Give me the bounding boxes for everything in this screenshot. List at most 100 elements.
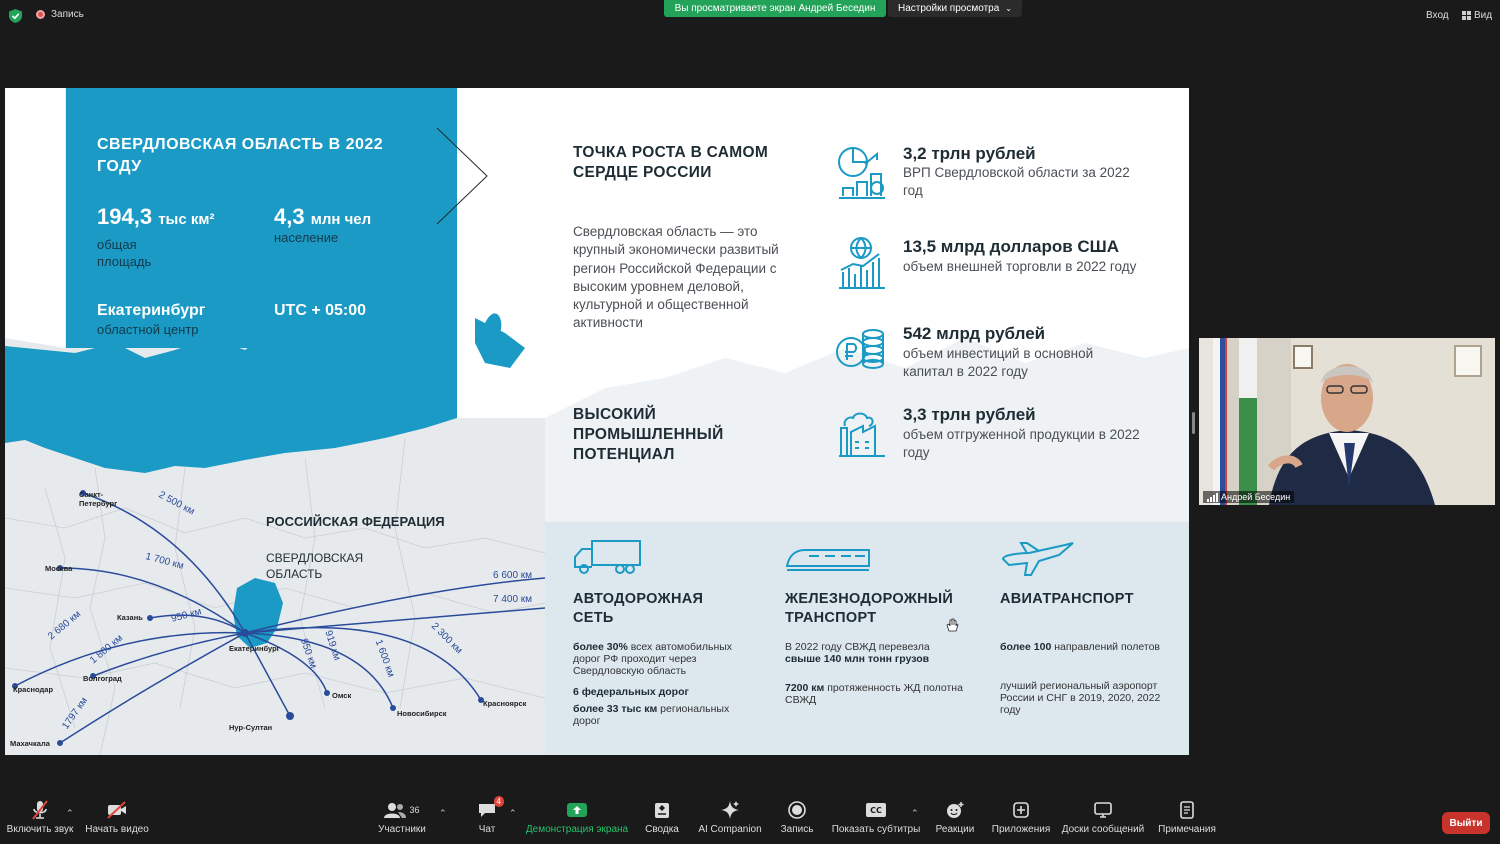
whiteboard-icon	[1094, 796, 1112, 824]
chevron-right-icon	[436, 127, 488, 225]
population-caption: население	[274, 230, 339, 245]
transport-line: 7200 км протяженность ЖД полотна СВЖД	[785, 682, 975, 706]
mute-button[interactable]: Включить звук	[7, 796, 73, 844]
notes-label: Примечания	[1158, 824, 1216, 835]
bold-text: более 30%	[573, 641, 628, 653]
city-label: Новосибирск	[397, 709, 447, 718]
shield-icon[interactable]	[9, 9, 22, 23]
chat-icon: 4	[478, 796, 504, 824]
share-screen-button[interactable]: Демонстрация экрана	[525, 796, 629, 844]
captions-label: Показать субтитры	[831, 824, 921, 835]
growth-title: ТОЧКА РОСТА В САМОМ СЕРДЦЕ РОССИИ	[573, 144, 769, 181]
bold-text: 6 федеральных дорог	[573, 686, 689, 698]
record-icon	[788, 796, 806, 824]
transport-title: АВТОДОРОЖНАЯ СЕТЬ	[573, 591, 704, 626]
participants-icon: 36	[384, 796, 420, 824]
stat-desc: объем инвестиций в основной капитал в 20…	[903, 346, 1094, 379]
participant-video-tile[interactable]: Андрей Беседин	[1199, 338, 1495, 505]
apps-label: Приложения	[991, 824, 1051, 835]
timezone: UTC + 05:00	[274, 302, 367, 319]
text: В 2022 году СВЖД перевезла	[785, 641, 930, 653]
resize-handle[interactable]	[1192, 412, 1195, 434]
city-label: Омск	[332, 691, 352, 700]
region-title: СВЕРДЛОВСКАЯ ОБЛАСТЬ В 2022 ГОДУ	[97, 136, 384, 175]
summary-button[interactable]: Сводка	[644, 796, 680, 844]
city-label: Махачкала	[10, 739, 50, 748]
population-number: 4,3	[274, 204, 305, 229]
cc-icon: CC	[866, 796, 886, 824]
summary-icon	[654, 796, 670, 824]
grid-view-icon	[1462, 11, 1471, 20]
text: направлений полетов	[1051, 641, 1160, 653]
viewing-banner: Вы просматриваете экран Андрей Беседин	[664, 0, 886, 17]
stat-value: 542 млрд рублей	[903, 324, 1046, 343]
apps-icon	[1012, 796, 1030, 824]
city-label: Нур-Султан	[229, 723, 273, 732]
share-screen-label: Демонстрация экрана	[525, 824, 629, 835]
transport-line: более 33 тыс км региональных дорог	[573, 703, 758, 727]
meeting-toolbar: Включить звук ⌃ Начать видео 36 Участник…	[0, 796, 1500, 844]
stat-value: 13,5 млрд долларов США	[903, 237, 1120, 256]
mic-muted-icon	[31, 796, 49, 824]
top-bar: Запись Вы просматриваете экран Андрей Бе…	[0, 0, 1500, 32]
center-caption: областной центр	[97, 322, 199, 337]
distance-label: 7 400 км	[493, 594, 533, 605]
chevron-up-icon[interactable]: ⌃	[66, 808, 74, 819]
area-value: 194,3 тыс км²	[97, 204, 214, 230]
chevron-up-icon[interactable]: ⌃	[439, 808, 447, 819]
transport-line: более 30% всех автомобильных дорог РФ пр…	[573, 641, 758, 677]
city-label: Казань	[117, 613, 143, 622]
view-settings-label: Настройки просмотра	[898, 3, 1000, 14]
coins-icon	[836, 329, 884, 369]
summary-label: Сводка	[645, 824, 679, 835]
participant-name: Андрей Беседин	[1221, 492, 1291, 502]
reactions-button[interactable]: Реакции	[934, 796, 976, 844]
area-unit: тыс км²	[158, 211, 215, 228]
view-settings-button[interactable]: Настройки просмотра ⌄	[888, 0, 1022, 17]
notes-icon	[1180, 796, 1194, 824]
video-off-icon	[106, 796, 128, 824]
whiteboards-label: Доски сообщений	[1061, 824, 1145, 835]
factory-icon	[839, 412, 885, 457]
bold-text: 7200 км	[785, 682, 825, 694]
chevron-up-icon[interactable]: ⌃	[911, 808, 919, 819]
chevron-down-icon: ⌄	[1005, 4, 1012, 13]
city-label: Красноярск	[483, 699, 527, 708]
participants-button[interactable]: 36 Участники	[376, 796, 428, 844]
record-button[interactable]: Запись	[778, 796, 816, 844]
share-screen-icon	[567, 796, 587, 824]
transport-line: В 2022 году СВЖД перевезла свыше 140 млн…	[785, 641, 975, 665]
participants-count: 36	[409, 805, 420, 815]
recording-indicator[interactable]: Запись	[36, 9, 84, 20]
transport-line: более 100 направлений полетов	[1000, 641, 1170, 653]
stat-desc: объем отгруженной продукции в 2022 году	[903, 427, 1140, 460]
whiteboards-button[interactable]: Доски сообщений	[1062, 796, 1144, 844]
chat-badge: 4	[493, 796, 504, 807]
stat-desc: объем внешней торговли в 2022 году	[903, 259, 1137, 274]
transport-line: 6 федеральных дорог	[573, 686, 758, 698]
chevron-up-icon[interactable]: ⌃	[509, 808, 517, 819]
train-icon	[785, 549, 870, 571]
chat-label: Чат	[478, 824, 496, 835]
emoji-plus-icon	[946, 796, 964, 824]
chat-button[interactable]: 4 Чат	[474, 796, 504, 844]
transport-line: лучший региональный аэропорт России и СН…	[1000, 680, 1165, 716]
airplane-icon	[1001, 542, 1074, 576]
apps-button[interactable]: Приложения	[992, 796, 1050, 844]
notes-button[interactable]: Примечания	[1158, 796, 1216, 844]
population-value: 4,3 млн чел	[274, 204, 371, 230]
globe-trade-icon	[839, 237, 885, 289]
enter-button[interactable]: Вход	[1426, 10, 1449, 21]
leave-button[interactable]: Выйти	[1442, 812, 1490, 834]
area-number: 194,3	[97, 204, 153, 229]
start-video-button[interactable]: Начать видео	[85, 796, 149, 844]
city-label: Санкт-Петербург	[79, 490, 118, 508]
participant-video	[1199, 338, 1495, 505]
captions-button[interactable]: CC Показать субтитры	[831, 796, 921, 844]
pie-chart-growth-icon	[838, 147, 885, 199]
reactions-label: Реакции	[935, 824, 975, 835]
zoom-window: Запись Вы просматриваете экран Андрей Бе…	[0, 0, 1500, 844]
map-country-label: РОССИЙСКАЯ ФЕДЕРАЦИЯ	[266, 514, 445, 529]
view-button[interactable]: Вид	[1462, 10, 1492, 21]
ai-companion-button[interactable]: AI Companion	[698, 796, 762, 844]
